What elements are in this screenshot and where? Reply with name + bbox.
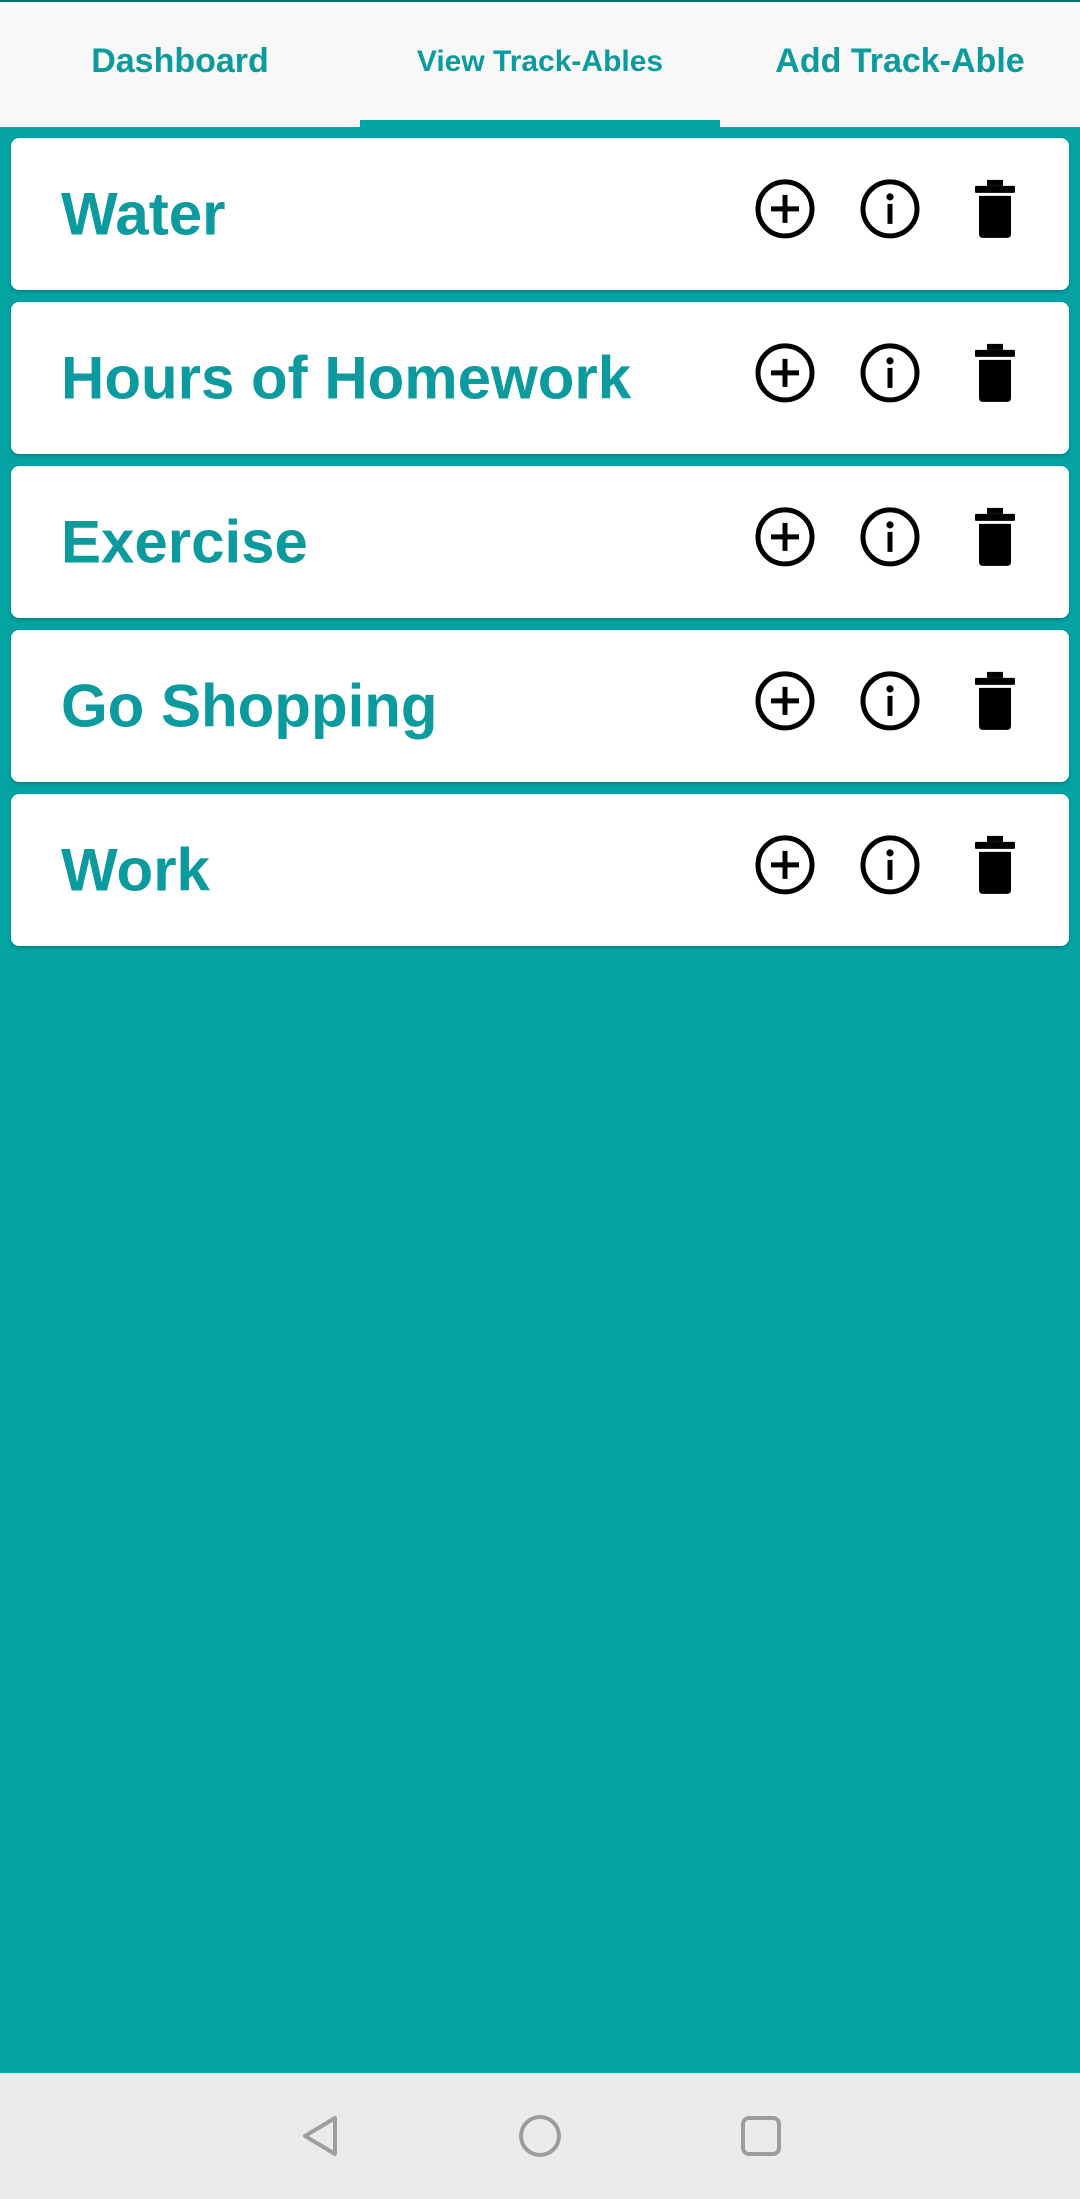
- trackable-card: Water: [11, 138, 1069, 290]
- back-triangle-icon[interactable]: [276, 2073, 366, 2199]
- tab-bar: Dashboard View Track-Ables Add Track-Abl…: [0, 2, 1080, 127]
- trash-icon[interactable]: [963, 505, 1027, 569]
- trackable-actions: [753, 341, 1027, 405]
- trash-icon[interactable]: [963, 341, 1027, 405]
- trackable-name: Water: [61, 180, 226, 248]
- info-circle-icon[interactable]: [858, 341, 922, 405]
- trackable-actions: [753, 177, 1027, 241]
- trackable-actions: [753, 669, 1027, 733]
- trackable-name: Go Shopping: [61, 672, 438, 740]
- info-circle-icon[interactable]: [858, 177, 922, 241]
- tab-dashboard[interactable]: Dashboard: [0, 2, 360, 127]
- plus-circle-icon[interactable]: [753, 505, 817, 569]
- trackable-list: Water Hours of Homework Exercise Go Shop…: [11, 138, 1069, 958]
- trash-icon[interactable]: [963, 669, 1027, 733]
- tab-view-track-ables[interactable]: View Track-Ables: [360, 2, 720, 127]
- plus-circle-icon[interactable]: [753, 833, 817, 897]
- plus-circle-icon[interactable]: [753, 669, 817, 733]
- trackable-card: Hours of Homework: [11, 302, 1069, 454]
- info-circle-icon[interactable]: [858, 505, 922, 569]
- recents-square-icon[interactable]: [716, 2073, 806, 2199]
- tab-view-track-ables-label: View Track-Ables: [416, 44, 664, 78]
- tab-add-track-able-label: Add Track-Able: [775, 42, 1025, 80]
- info-circle-icon[interactable]: [858, 669, 922, 733]
- tab-dashboard-label: Dashboard: [91, 42, 269, 80]
- trash-icon[interactable]: [963, 177, 1027, 241]
- info-circle-icon[interactable]: [858, 833, 922, 897]
- trackable-actions: [753, 833, 1027, 897]
- trackable-card: Exercise: [11, 466, 1069, 618]
- trash-icon[interactable]: [963, 833, 1027, 897]
- trackable-card: Go Shopping: [11, 630, 1069, 782]
- system-navigation-bar: [0, 2073, 1080, 2199]
- trackable-name: Work: [61, 836, 210, 904]
- trackable-card: Work: [11, 794, 1069, 946]
- plus-circle-icon[interactable]: [753, 177, 817, 241]
- trackable-actions: [753, 505, 1027, 569]
- trackable-name: Exercise: [61, 508, 308, 576]
- plus-circle-icon[interactable]: [753, 341, 817, 405]
- home-circle-icon[interactable]: [495, 2073, 585, 2199]
- trackable-name: Hours of Homework: [61, 344, 632, 412]
- tab-add-track-able[interactable]: Add Track-Able: [720, 2, 1080, 127]
